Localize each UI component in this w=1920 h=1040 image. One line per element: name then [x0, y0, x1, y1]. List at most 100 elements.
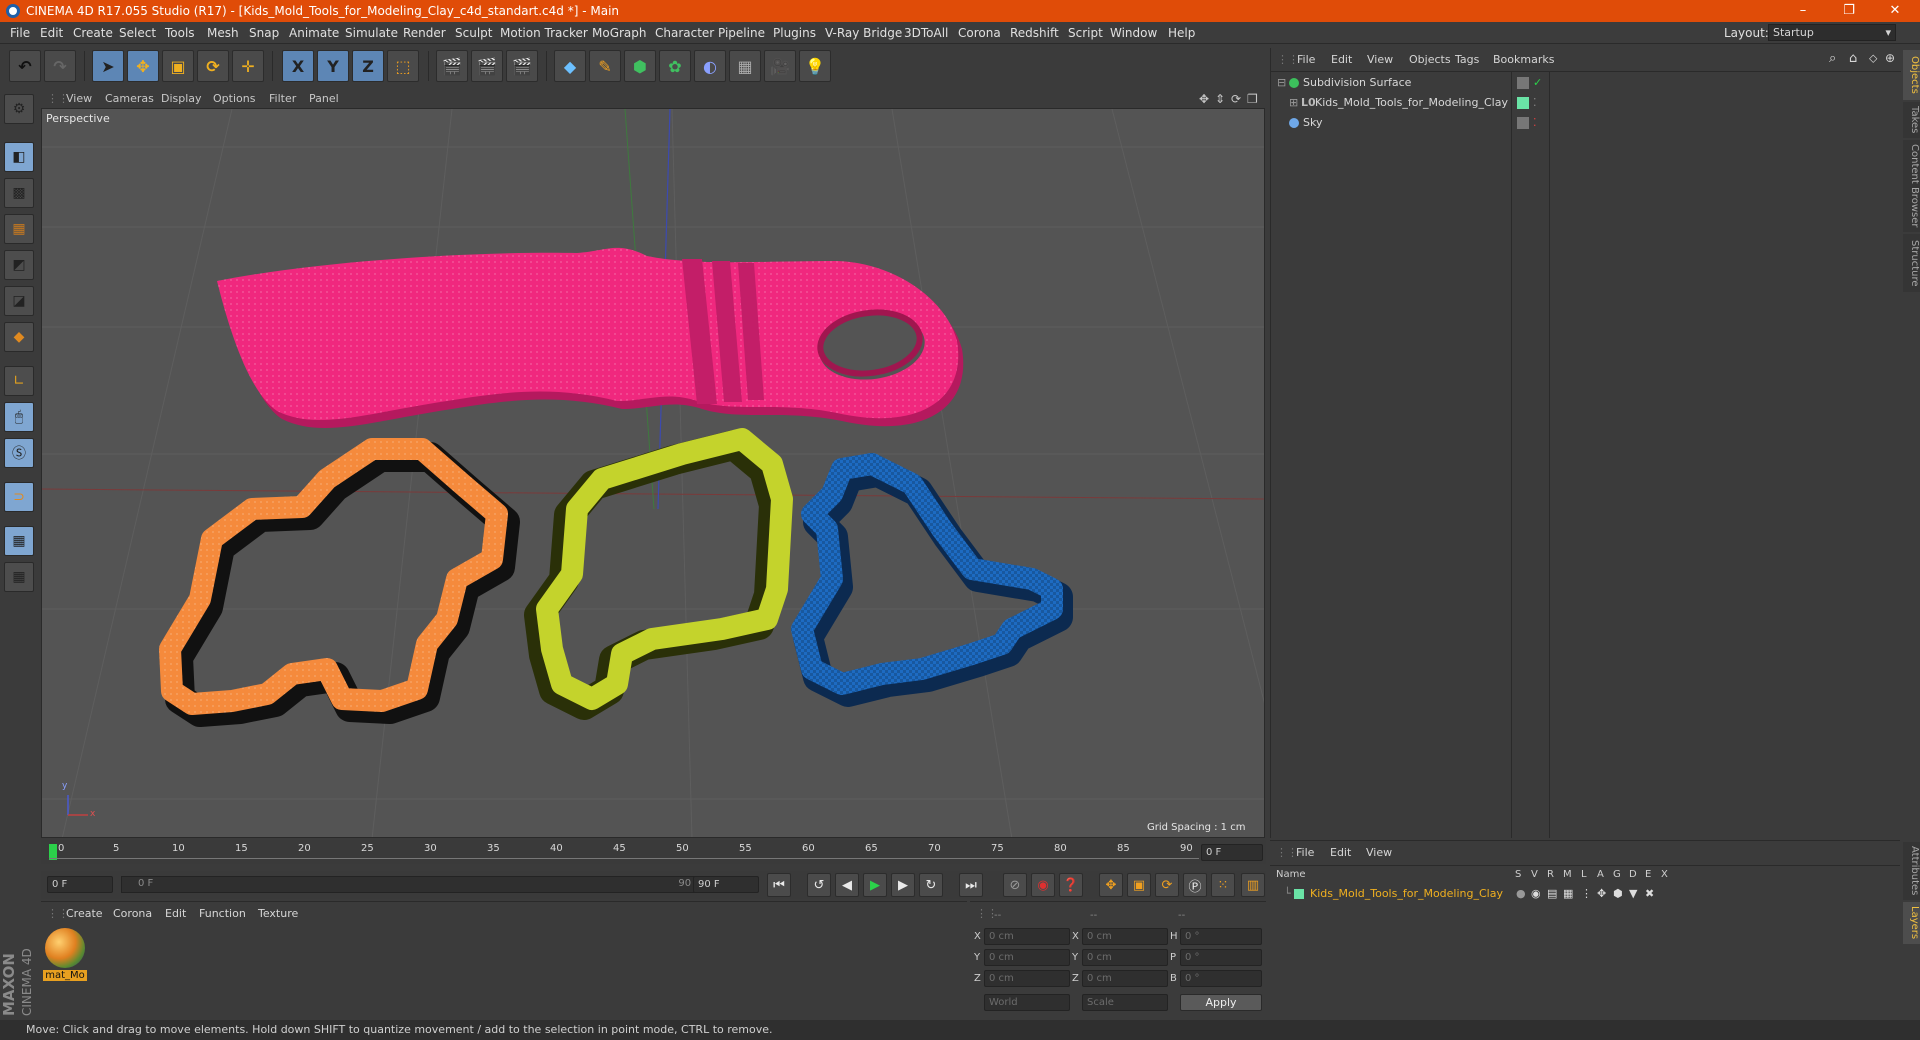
material-swatch-mat-mo[interactable]: mat_Mo: [43, 926, 87, 984]
next-key-button[interactable]: ↻: [919, 873, 943, 897]
pos-y-field[interactable]: 0 cm: [984, 949, 1070, 966]
viewport-rotate-icon[interactable]: ⟳: [1231, 92, 1241, 106]
objects-menu-view[interactable]: View: [1367, 53, 1393, 66]
coordinate-system-button[interactable]: ⬚: [387, 50, 419, 82]
coordinate-space-dropdown[interactable]: World: [984, 994, 1070, 1011]
next-frame-button[interactable]: ▶: [891, 873, 915, 897]
play-button[interactable]: ▶: [863, 873, 887, 897]
menu-character[interactable]: Character: [655, 26, 714, 40]
collapse-icon[interactable]: ⊟: [1277, 74, 1286, 92]
pos-z-field[interactable]: 0 cm: [984, 970, 1070, 987]
material-menu-create[interactable]: Create: [66, 907, 103, 920]
objects-menu-bookmarks[interactable]: Bookmarks: [1493, 53, 1554, 66]
tab-layers[interactable]: Layers: [1903, 902, 1920, 944]
key-position-button[interactable]: ✥: [1099, 873, 1123, 897]
add-spline-button[interactable]: ✎: [589, 50, 621, 82]
menu-edit[interactable]: Edit: [40, 26, 63, 40]
x-axis-lock-button[interactable]: X: [282, 50, 314, 82]
go-to-end-button[interactable]: ⏭: [959, 873, 983, 897]
material-menu-function[interactable]: Function: [199, 907, 246, 920]
model-mode-button[interactable]: ◧: [4, 142, 34, 172]
viewport-3d[interactable]: Perspective y x Grid Spacing: 1 cm: [41, 108, 1265, 838]
object-row-subdivision-surface[interactable]: ⊟ Subdivision Surface ✓: [1275, 74, 1895, 92]
add-cube-button[interactable]: ◆: [554, 50, 586, 82]
tab-takes[interactable]: Takes: [1903, 102, 1920, 138]
rot-p-field[interactable]: 0 °: [1180, 949, 1262, 966]
layers-menu-file[interactable]: File: [1296, 846, 1314, 859]
add-light-button[interactable]: 💡: [799, 50, 831, 82]
edges-mode-button[interactable]: ◪: [4, 286, 34, 316]
frame-range-slider[interactable]: 0 F 90 F: [121, 876, 717, 893]
viewport-maximize-icon[interactable]: ❐: [1247, 92, 1258, 106]
generator-icon[interactable]: ⬢: [1613, 887, 1623, 900]
move-tool-button[interactable]: ✥: [127, 50, 159, 82]
workplane-mode-button[interactable]: ▦: [4, 214, 34, 244]
viewport-menu-view[interactable]: View: [66, 92, 92, 105]
menu-plugins[interactable]: Plugins: [773, 26, 816, 40]
workplane-align-button[interactable]: ▦: [4, 562, 34, 592]
undo-button[interactable]: ↶: [9, 50, 41, 82]
size-mode-dropdown[interactable]: Scale: [1082, 994, 1168, 1011]
key-scale-button[interactable]: ▣: [1127, 873, 1151, 897]
menu-redshift[interactable]: Redshift: [1010, 26, 1059, 40]
size-z-field[interactable]: 0 cm: [1082, 970, 1168, 987]
menu-3dtoall[interactable]: 3DToAll: [904, 26, 948, 40]
make-editable-button[interactable]: ⚙: [4, 94, 34, 124]
viewport-zoom-icon[interactable]: ⇕: [1215, 92, 1225, 106]
manager-list-icon[interactable]: ▦: [1563, 887, 1573, 900]
layer-row[interactable]: └ Kids_Mold_Tools_for_Modeling_Clay ● ◉ …: [1270, 885, 1900, 903]
objects-menu-file[interactable]: File: [1297, 53, 1315, 66]
menu-corona[interactable]: Corona: [958, 26, 1001, 40]
tab-objects[interactable]: Objects: [1903, 50, 1920, 100]
checkmark-icon[interactable]: ✓: [1533, 74, 1542, 92]
layout-dropdown[interactable]: Startup ▾: [1768, 24, 1896, 41]
objects-menu-objects[interactable]: Objects: [1409, 53, 1451, 66]
previous-key-button[interactable]: ↺: [807, 873, 831, 897]
workplane-lock-button[interactable]: ▦: [4, 526, 34, 556]
layers-menu-view[interactable]: View: [1366, 846, 1392, 859]
menu-simulate[interactable]: Simulate: [345, 26, 398, 40]
menu-pipeline[interactable]: Pipeline: [718, 26, 765, 40]
add-floor-button[interactable]: ▦: [729, 50, 761, 82]
search-icon[interactable]: ⌕: [1829, 51, 1836, 66]
tab-structure[interactable]: Structure: [1903, 234, 1920, 292]
blue-bird-cutter-model[interactable]: [791, 453, 1073, 707]
recent-tool-button[interactable]: ✛: [232, 50, 264, 82]
layers-menu-edit[interactable]: Edit: [1330, 846, 1351, 859]
timeline-ruler[interactable]: 0 5 10 15 20 25 30 35 40 45 50 55 60 65 …: [41, 840, 1266, 864]
texture-mode-button[interactable]: ▩: [4, 178, 34, 208]
deformer-icon[interactable]: ▼: [1629, 887, 1637, 900]
current-frame-field[interactable]: 0 F: [1201, 844, 1263, 861]
add-subdivision-button[interactable]: ⬢: [624, 50, 656, 82]
render-picture-viewer-button[interactable]: 🎬: [471, 50, 503, 82]
objects-menu-tags[interactable]: Tags: [1455, 53, 1479, 66]
magnet-tool-button[interactable]: ⊃: [4, 482, 34, 512]
lock-icon[interactable]: ⋮: [1581, 887, 1592, 900]
visibility-dots-icon[interactable]: ⁚: [1533, 114, 1537, 132]
polygons-mode-button[interactable]: ◆: [4, 322, 34, 352]
menu-vray-bridge[interactable]: V-Ray Bridge: [825, 26, 902, 40]
scale-tool-button[interactable]: ▣: [162, 50, 194, 82]
object-row-sky[interactable]: Sky ⁚: [1275, 114, 1895, 132]
menu-script[interactable]: Script: [1068, 26, 1103, 40]
layer-color-swatch[interactable]: [1517, 117, 1529, 129]
viewport-menu-options[interactable]: Options: [213, 92, 255, 105]
z-axis-lock-button[interactable]: Z: [352, 50, 384, 82]
menu-window[interactable]: Window: [1110, 26, 1157, 40]
tweak-mode-button[interactable]: 🖱: [4, 402, 34, 432]
filter-icon[interactable]: ⬦: [1869, 51, 1877, 66]
viewport-move-icon[interactable]: ✥: [1199, 92, 1209, 106]
objects-menu-edit[interactable]: Edit: [1331, 53, 1352, 66]
axis-mode-button[interactable]: ∟: [4, 366, 34, 396]
viewport-menu-display[interactable]: Display: [161, 92, 202, 105]
orange-dog-cutter-model[interactable]: [159, 438, 520, 727]
pos-x-field[interactable]: 0 cm: [984, 928, 1070, 945]
rot-b-field[interactable]: 0 °: [1180, 970, 1262, 987]
key-parameter-button[interactable]: Ⓟ: [1183, 873, 1207, 897]
tab-attributes[interactable]: Attributes: [1903, 842, 1920, 900]
timeline-window-button[interactable]: ▥: [1241, 873, 1265, 897]
restore-button[interactable]: ❐: [1826, 0, 1872, 22]
viewport-menu-panel[interactable]: Panel: [309, 92, 339, 105]
viewport-menu-filter[interactable]: Filter: [269, 92, 296, 105]
viewport-menu-cameras[interactable]: Cameras: [105, 92, 154, 105]
